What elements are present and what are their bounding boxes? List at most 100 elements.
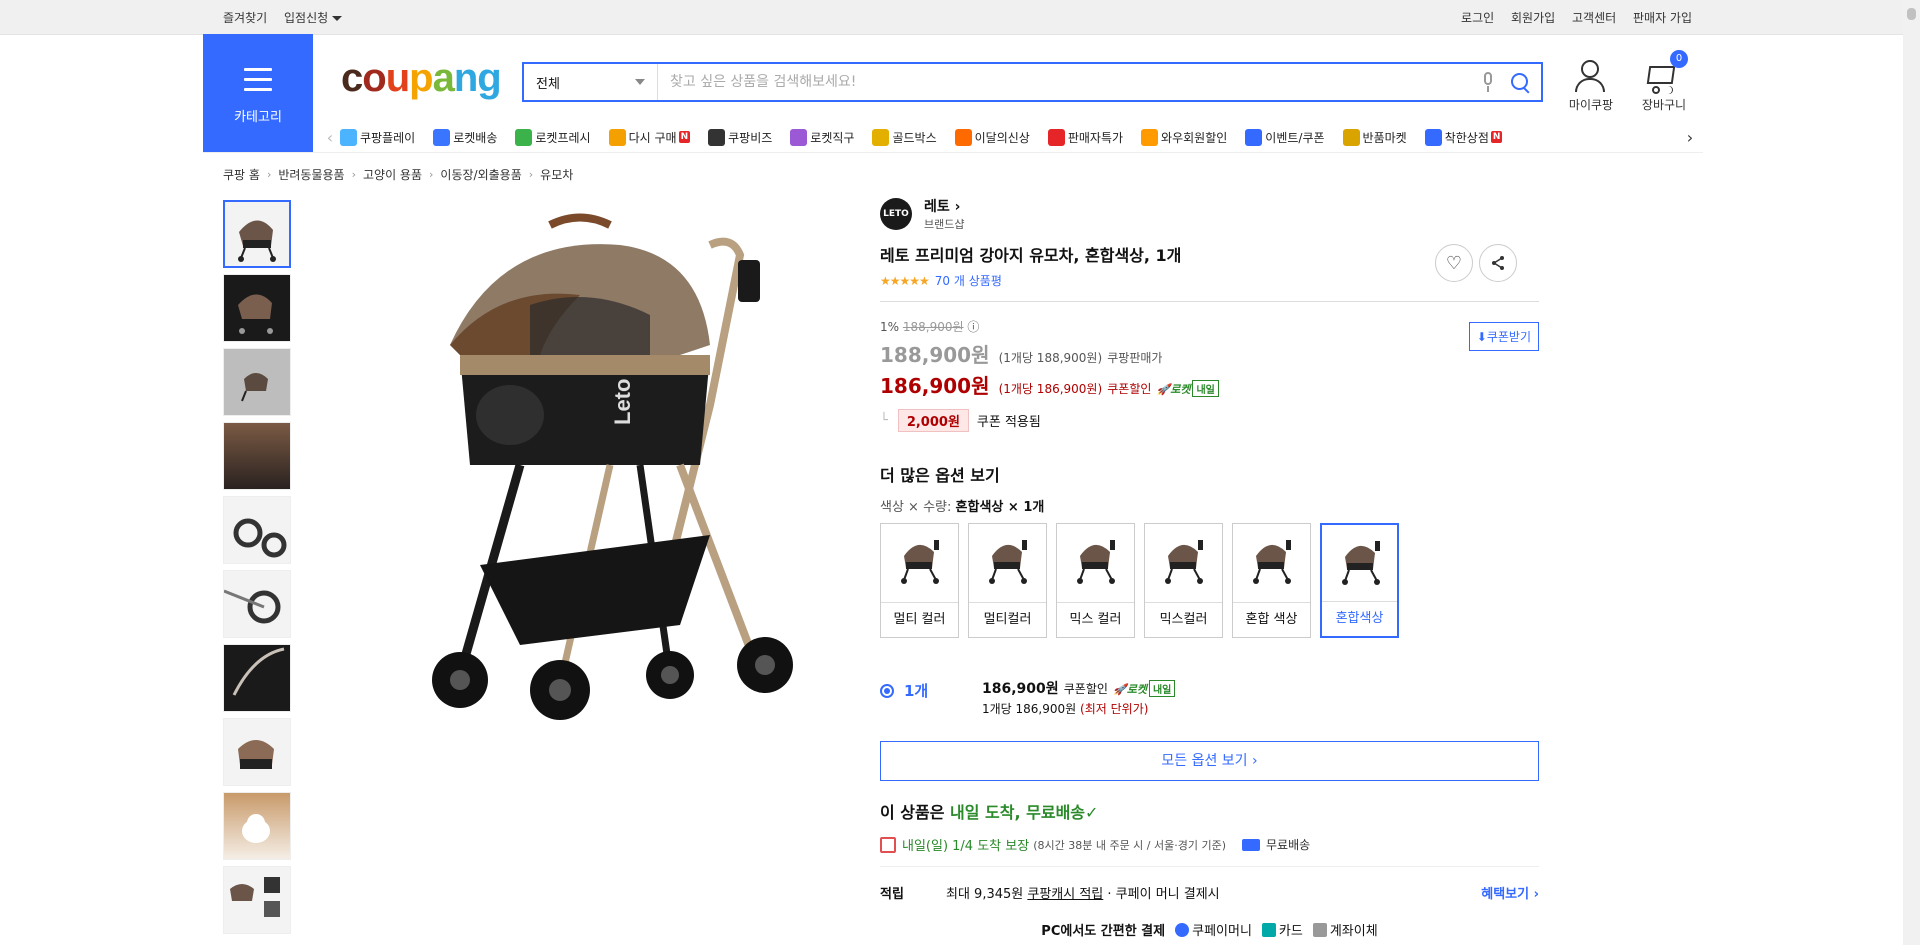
chevron-left-icon[interactable]: ‹: [320, 128, 340, 147]
microphone-icon[interactable]: [1481, 71, 1495, 93]
option-list: 멀티 컬러 멀티컬러 믹스 컬러 믹스컬러 혼합 색상 혼합색상: [880, 523, 1539, 638]
option-item[interactable]: 멀티 컬러: [880, 523, 959, 638]
option-item[interactable]: 믹스 컬러: [1056, 523, 1135, 638]
download-icon: ⬇: [1476, 330, 1487, 344]
chevron-right-icon: ›: [528, 168, 534, 181]
new-icon: [954, 128, 972, 146]
share-icon[interactable]: [1479, 244, 1517, 282]
shortcut-label: 다시 구매: [628, 130, 677, 145]
cart-count-badge: 0: [1670, 50, 1688, 68]
search-icon[interactable]: [1509, 71, 1531, 93]
option-thumbnail: [1165, 540, 1203, 584]
rocket-delivery-badge: 🚀로켓 내일: [1157, 380, 1219, 397]
product-main-image[interactable]: Leto: [380, 205, 830, 725]
option-item[interactable]: 멀티컬러: [968, 523, 1047, 638]
option-label: 멀티컬러: [969, 602, 1046, 637]
shortcut-item[interactable]: 쿠팡플레이: [340, 128, 415, 146]
chevron-down-icon: [332, 15, 343, 21]
shortcut-item[interactable]: 로켓직구: [790, 128, 855, 146]
seller-signup-link[interactable]: 판매자 가입: [1633, 11, 1692, 25]
review-count-link[interactable]: 70 개 상품평: [935, 272, 1002, 289]
unit-price: 1개당 186,900원: [982, 702, 1077, 716]
info-icon[interactable]: ⓘ: [967, 320, 979, 334]
benefit-link[interactable]: 혜택보기 ›: [1481, 883, 1539, 902]
chevron-right-icon: ›: [351, 168, 356, 181]
page-scrollbar[interactable]: [1903, 0, 1920, 945]
breadcrumb-item[interactable]: 고양이 용품: [363, 166, 422, 183]
mycoupang-button[interactable]: 마이쿠팡: [1561, 58, 1621, 113]
play-icon: [340, 128, 357, 146]
shortcut-item[interactable]: 반품마켓: [1342, 128, 1407, 146]
option-thumbnail: [901, 540, 939, 584]
lowest-unit-price-label: (최저 단위가): [1080, 702, 1149, 716]
thumbnail-image[interactable]: [223, 348, 291, 416]
option-item[interactable]: 믹스컬러: [1144, 523, 1223, 638]
rocket-label: 로켓: [1126, 683, 1147, 696]
breadcrumb-item[interactable]: 쿠팡 홈: [223, 166, 260, 183]
brand-row[interactable]: LETO 레토 › 브랜드샵: [880, 196, 1539, 232]
shortcut-item[interactable]: 이달의신상: [954, 128, 1030, 146]
pay-method: 카드: [1278, 924, 1303, 939]
login-link[interactable]: 로그인: [1461, 11, 1494, 25]
heart-icon[interactable]: ♡: [1435, 244, 1473, 282]
thumbnail-image[interactable]: [223, 496, 291, 564]
top-left-links: 즐겨찾기 입점신청: [223, 9, 355, 26]
option-label: 멀티 컬러: [881, 602, 958, 637]
shortcut-item[interactable]: 로켓배송: [433, 128, 497, 146]
card-icon: [1261, 922, 1276, 937]
thumbnail-image[interactable]: [223, 792, 291, 860]
coupon-price-row: 186,900원 (1개당 186,900원) 쿠폰할인 🚀로켓 내일: [880, 370, 1539, 399]
thumbnail-image[interactable]: [223, 570, 291, 638]
quantity-value[interactable]: 1개: [904, 680, 982, 701]
cart-button[interactable]: 장바구니: [1634, 58, 1694, 113]
customer-center-link[interactable]: 고객센터: [1572, 11, 1616, 25]
seller-apply-link[interactable]: 입점신청: [284, 11, 343, 25]
selected-option-value: 혼합색상 × 1개: [955, 500, 1045, 515]
delivery-eta-row: 내일(일) 1/4 도착 보장 (8시간 38분 내 주문 시 / 서울·경기 …: [880, 835, 1539, 854]
coupon-download-button[interactable]: ⬇쿠폰받기: [1468, 322, 1539, 351]
coupon-amount: 2,000원: [897, 409, 969, 432]
signup-link[interactable]: 회원가입: [1511, 11, 1555, 25]
shortcut-label: 로켓직구: [810, 130, 855, 145]
breadcrumb-item[interactable]: 유모차: [540, 166, 573, 183]
reward-cash-link[interactable]: 쿠팡캐시 적립: [1027, 883, 1103, 902]
option-item[interactable]: 혼합색상: [1320, 523, 1399, 638]
breadcrumb-item[interactable]: 이동장/외출용품: [440, 166, 521, 183]
thumbnail-image[interactable]: [223, 200, 291, 268]
scrollbar-thumb[interactable]: [1907, 8, 1916, 20]
biz-icon: [708, 128, 726, 146]
thumbnail-image[interactable]: [223, 422, 291, 490]
shortcut-item[interactable]: 쿠팡비즈: [708, 128, 772, 146]
header-divider: [203, 152, 1703, 153]
sale-price-row: 188,900원 (1개당 188,900원) 쿠팡판매가: [880, 339, 1539, 368]
thumbnail-image[interactable]: [223, 644, 291, 712]
rocket-fresh-icon: [515, 128, 533, 146]
shortcut-item[interactable]: 판매자특가: [1047, 128, 1123, 146]
search-input[interactable]: [658, 73, 1481, 91]
thumbnail-image[interactable]: [223, 718, 291, 786]
brand-name-text: 레토: [924, 199, 950, 215]
bank-transfer-icon: [1312, 922, 1327, 937]
chevron-right-icon[interactable]: ›: [1680, 128, 1700, 147]
bookmark-link[interactable]: 즐겨찾기: [223, 11, 267, 25]
thumbnail-image[interactable]: [223, 866, 291, 934]
quantity-radio[interactable]: [880, 684, 894, 698]
shortcut-label: 골드박스: [892, 130, 937, 145]
all-options-button[interactable]: 모든 옵션 보기 ›: [880, 741, 1539, 781]
shortcut-item[interactable]: 이벤트/쿠폰: [1245, 128, 1325, 146]
coupang-logo[interactable]: coupang: [341, 56, 502, 101]
search-category-select[interactable]: 전체: [524, 64, 658, 100]
pc-payment-label: PC에서도 간편한 결제: [1041, 924, 1166, 939]
breadcrumb-item[interactable]: 반려동물용품: [278, 166, 344, 183]
option-item[interactable]: 혼합 색상: [1232, 523, 1311, 638]
thumbnail-image[interactable]: [223, 274, 291, 342]
chevron-right-icon: ›: [1252, 753, 1258, 769]
shortcut-item[interactable]: 와우회원할인: [1141, 128, 1227, 146]
shortcut-item[interactable]: 착한상점 N: [1424, 128, 1503, 146]
shortcut-item[interactable]: 골드박스: [872, 128, 937, 146]
shortcut-item[interactable]: 로켓프레시: [515, 128, 591, 146]
coupon-applied-label: 쿠폰 적용됨: [976, 415, 1041, 430]
category-shortcut-bar: ‹ 쿠팡플레이 로켓배송 로켓프레시 다시 구매 N 쿠팡비즈 로켓직구 골드박스 이달의신상 판…: [320, 122, 1700, 152]
category-menu-button[interactable]: 카테고리: [203, 34, 313, 152]
shortcut-item[interactable]: 다시 구매 N: [608, 128, 691, 146]
